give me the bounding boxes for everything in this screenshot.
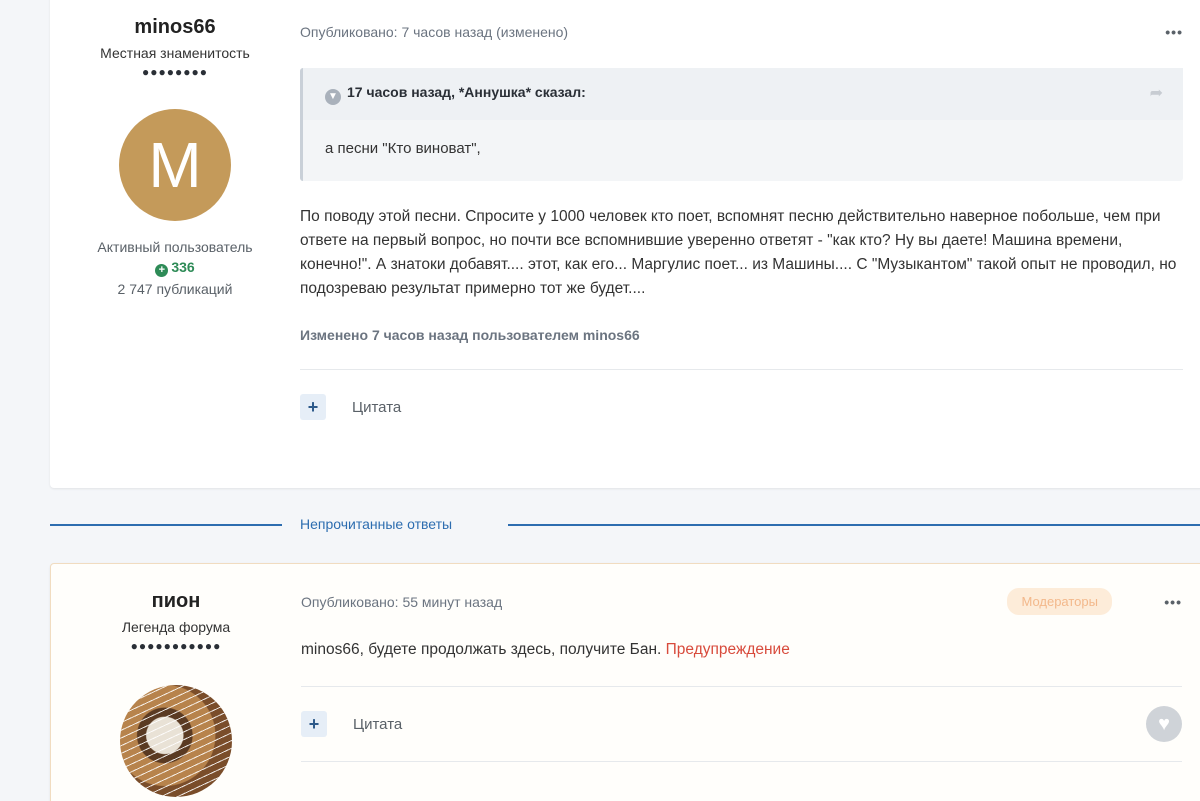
- warning-link[interactable]: Предупреждение: [666, 641, 790, 658]
- divider: [300, 369, 1183, 370]
- post-meta[interactable]: Опубликовано: 55 минут назад: [301, 594, 502, 610]
- quote-text: а песни "Кто виноват",: [325, 140, 481, 157]
- author-title: Легенда форума: [121, 619, 231, 635]
- chevron-down-icon[interactable]: ▼: [325, 89, 341, 105]
- post-body: minos66, будете продолжать здесь, получи…: [301, 638, 1182, 662]
- post-minos66: minos66 Местная знаменитость ●●●●●●●● M …: [50, 0, 1200, 488]
- divider: [301, 686, 1182, 687]
- author-group: Активный пользователь: [97, 239, 253, 255]
- post-body: По поводу этой песни. Спросите у 1000 че…: [300, 208, 1177, 297]
- edit-note: Изменено 7 часов назад пользователем min…: [300, 327, 640, 343]
- multiquote-add-button[interactable]: +: [300, 394, 326, 420]
- rank-pips: ●●●●●●●●●●●: [130, 639, 222, 653]
- author-panel: пион Легенда форума ●●●●●●●●●●●: [51, 590, 301, 797]
- post-body-text: minos66, будете продолжать здесь, получи…: [301, 641, 666, 658]
- author-name[interactable]: пион: [51, 590, 301, 613]
- reputation-value: 336: [171, 259, 195, 275]
- more-options-icon[interactable]: •••: [1164, 594, 1182, 610]
- avatar-image: [120, 685, 232, 797]
- rank-pips: ●●●●●●●●: [142, 65, 208, 79]
- divider: [301, 761, 1182, 762]
- post-content: Опубликовано: 55 минут назад Модераторы …: [301, 588, 1182, 762]
- separator-line-left: [50, 524, 282, 526]
- author-title: Местная знаменитость: [100, 45, 250, 61]
- share-icon[interactable]: ➦: [1150, 83, 1163, 103]
- multiquote-add-button[interactable]: +: [301, 711, 327, 737]
- posts-count: 2 747 публикаций: [117, 281, 233, 297]
- more-options-icon[interactable]: •••: [1165, 24, 1183, 40]
- quote-button[interactable]: Цитата: [352, 399, 401, 416]
- avatar[interactable]: M: [119, 109, 231, 221]
- quote-button[interactable]: Цитата: [353, 716, 402, 733]
- reputation-plus-icon: +: [155, 264, 169, 277]
- moderator-badge: Модераторы: [1007, 588, 1112, 615]
- separator-line-right: [508, 524, 1200, 526]
- avatar[interactable]: [120, 685, 232, 797]
- author-name[interactable]: minos66: [50, 16, 300, 39]
- post-pion: пион Легенда форума ●●●●●●●●●●● Опублико…: [50, 563, 1200, 801]
- post-actions: + Цитата: [300, 394, 1183, 420]
- heart-icon[interactable]: ♥: [1146, 706, 1182, 742]
- post-content: Опубликовано: 7 часов назад (изменено) •…: [300, 24, 1183, 420]
- quote-header: ▼ 17 часов назад, *Аннушка* сказал: ➦: [303, 68, 1183, 120]
- unread-separator: Непрочитанные ответы: [50, 514, 1200, 536]
- quote-block: ▼ 17 часов назад, *Аннушка* сказал: ➦ а п…: [300, 68, 1183, 181]
- post-meta[interactable]: Опубликовано: 7 часов назад (изменено): [300, 24, 568, 40]
- quote-citation: 17 часов назад, *Аннушка* сказал:: [347, 84, 586, 100]
- author-panel: minos66 Местная знаменитость ●●●●●●●● M …: [50, 16, 300, 297]
- unread-label: Непрочитанные ответы: [300, 516, 453, 532]
- reputation: +336: [50, 259, 300, 277]
- post-actions: + Цитата ♥: [301, 706, 1182, 742]
